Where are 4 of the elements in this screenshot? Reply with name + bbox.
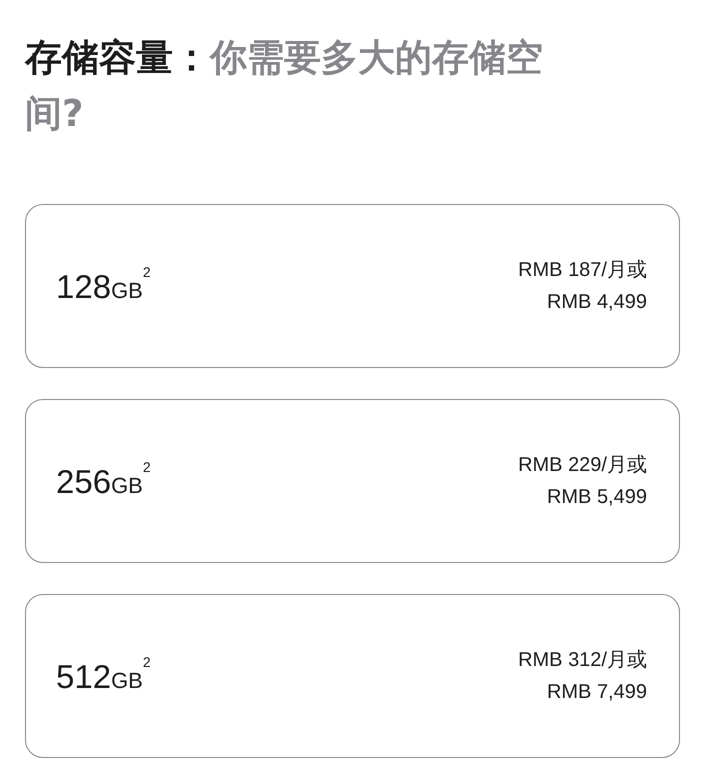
price-text: RMB 312/月或 RMB 7,499 bbox=[518, 648, 647, 705]
price-text: RMB 187/月或 RMB 4,499 bbox=[518, 258, 647, 315]
section-heading: 存储容量：你需要多大的存储空间? bbox=[25, 35, 544, 137]
price-text: RMB 229/月或 RMB 5,499 bbox=[518, 453, 647, 510]
